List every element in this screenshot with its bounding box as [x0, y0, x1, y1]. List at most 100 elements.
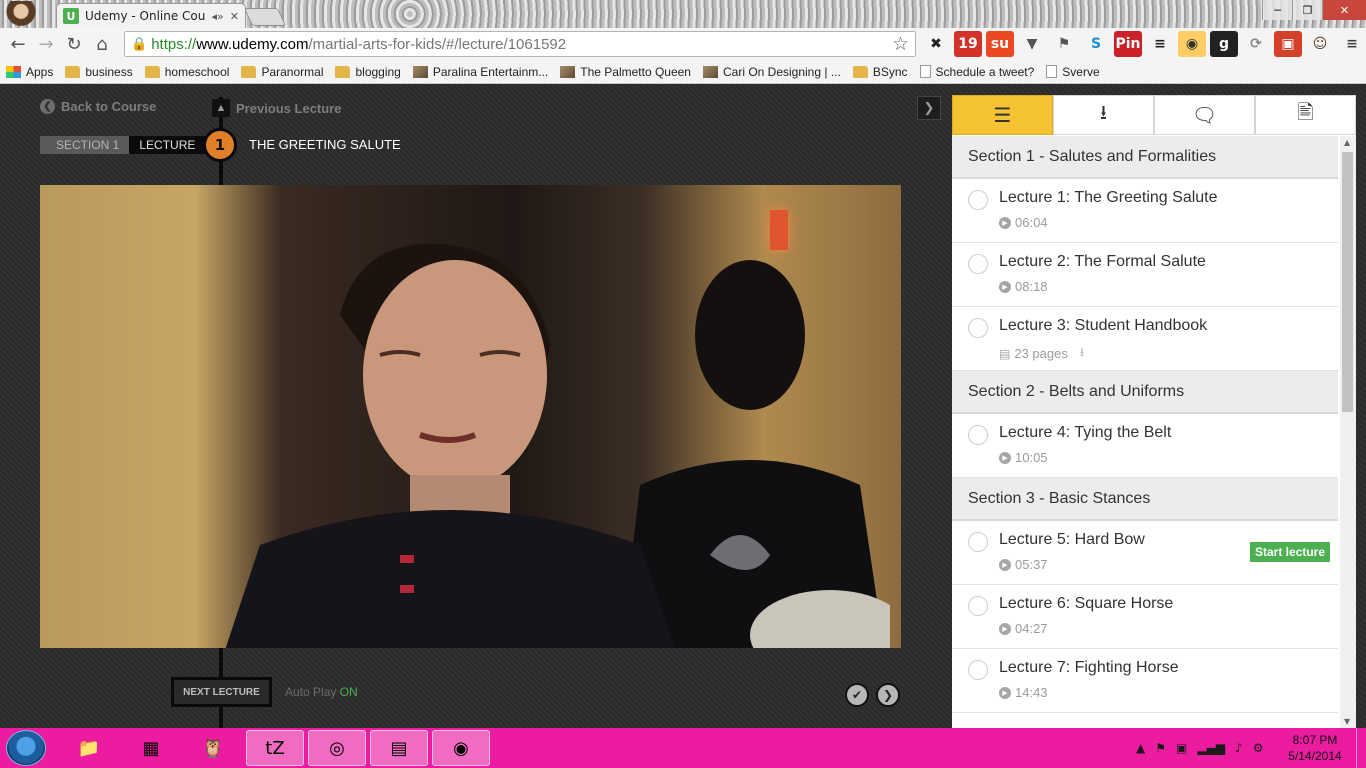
- completion-circle-icon[interactable]: [968, 254, 988, 274]
- hootsuite-icon[interactable]: ◉: [1178, 31, 1206, 57]
- minimize-button[interactable]: ─: [1262, 0, 1292, 20]
- download-icon[interactable]: ⭳: [1080, 343, 1084, 364]
- clock[interactable]: 8:07 PM 5/14/2014: [1282, 732, 1348, 764]
- maximize-button[interactable]: ❐: [1292, 0, 1322, 20]
- network-device-icon[interactable]: ▣: [1176, 741, 1187, 755]
- completion-circle-icon[interactable]: [968, 532, 988, 552]
- autoplay-toggle[interactable]: Auto Play ON: [285, 685, 358, 699]
- chrome-menu-icon[interactable]: ≡: [1338, 31, 1366, 57]
- bookmark-item[interactable]: homeschool: [144, 65, 229, 79]
- pocket-icon[interactable]: ▼: [1018, 31, 1046, 57]
- owl-app-icon[interactable]: 🦉: [184, 730, 242, 766]
- bookmark-item[interactable]: Schedule a tweet?: [919, 64, 1035, 79]
- previous-lecture-link[interactable]: ▲ Previous Lecture: [212, 99, 342, 117]
- section-header: Section 2 - Belts and Uniforms: [952, 371, 1338, 414]
- reload-button[interactable]: ↻: [60, 30, 88, 58]
- bookmark-item[interactable]: The Palmetto Queen: [560, 65, 691, 79]
- volume-icon[interactable]: ♪: [1235, 741, 1243, 755]
- buffer-icon[interactable]: ≡: [1146, 31, 1174, 57]
- bookmark-label: The Palmetto Queen: [580, 64, 691, 79]
- bookmark-star-icon[interactable]: ☆: [892, 33, 909, 56]
- discussion-tab[interactable]: 🗨: [1154, 95, 1255, 135]
- tz-app-icon[interactable]: tZ: [246, 730, 304, 766]
- section-crumb: SECTION 1: [40, 136, 130, 154]
- lecture-item[interactable]: Lecture 2: The Formal Salute ▶ 08:18: [952, 243, 1338, 307]
- start-button[interactable]: [6, 730, 46, 766]
- profile-avatar-icon[interactable]: [6, 1, 36, 27]
- x-extension-icon[interactable]: ✖: [922, 31, 950, 57]
- file-explorer-icon[interactable]: 📁: [60, 730, 118, 766]
- start-lecture-button[interactable]: Start lecture: [1249, 542, 1330, 562]
- course-sidebar: ☰ ⭳ 🗨 🖹 Section 1 - Salutes and Formalities…: [952, 95, 1356, 728]
- back-to-course-link[interactable]: ❮ Back to Course: [40, 99, 156, 114]
- forward-button[interactable]: →: [32, 30, 60, 58]
- scrollbar-thumb[interactable]: [1342, 152, 1353, 412]
- chrome-icon[interactable]: ◎: [308, 730, 366, 766]
- evernote-icon[interactable]: ⚑: [1050, 31, 1078, 57]
- avatar-extension-icon[interactable]: ☺: [1306, 31, 1334, 57]
- lecture-title: THE GREETING SALUTE: [249, 137, 401, 152]
- bookmark-item[interactable]: Cari On Designing | ...: [702, 65, 841, 79]
- completion-circle-icon[interactable]: [968, 425, 988, 445]
- browser-toolbar: ← → ↻ ⌂ 🔒 https:// www.udemy.com /martia…: [0, 28, 1366, 60]
- bookmark-item[interactable]: Apps: [6, 65, 53, 79]
- next-arrow-button[interactable]: ❯: [876, 683, 900, 707]
- mark-complete-button[interactable]: ✔: [845, 683, 869, 707]
- bookmark-item[interactable]: Sverve: [1046, 65, 1100, 79]
- scroll-down-icon[interactable]: ▼: [1344, 717, 1350, 726]
- bookmark-item[interactable]: BSync: [852, 65, 908, 79]
- sidebar-tabs: ☰ ⭳ 🗨 🖹: [952, 95, 1356, 135]
- skype-icon[interactable]: S: [1082, 31, 1110, 57]
- sticky-notes-icon[interactable]: ▤: [370, 730, 428, 766]
- completion-circle-icon[interactable]: [968, 318, 988, 338]
- bookmark-item[interactable]: Paranormal: [241, 65, 323, 79]
- metro-apps-icon[interactable]: ▦: [122, 730, 180, 766]
- address-bar[interactable]: 🔒 https:// www.udemy.com /martial-arts-f…: [124, 31, 916, 57]
- card-extension-icon[interactable]: ▣: [1274, 31, 1302, 57]
- notes-icon: 🖹: [1297, 100, 1314, 124]
- bookmark-item[interactable]: Paralina Entertainm...: [412, 65, 548, 79]
- lecture-item[interactable]: Lecture 3: Student Handbook ▤ 23 pages ⭳: [952, 307, 1338, 371]
- action-center-icon[interactable]: ⚑: [1155, 741, 1166, 755]
- bookmark-item[interactable]: business: [65, 65, 133, 79]
- lecture-item[interactable]: Lecture 6: Square Horse ▶ 04:27: [952, 585, 1338, 649]
- next-lecture-button[interactable]: NEXT LECTURE: [171, 677, 272, 707]
- browser-tab[interactable]: U Udemy - Online Courses ◂» ✕: [56, 3, 246, 28]
- refresh-extension-icon[interactable]: ⟳: [1242, 31, 1270, 57]
- lecture-item[interactable]: Lecture 4: Tying the Belt ▶ 10:05: [952, 414, 1338, 478]
- img-icon: [560, 65, 576, 78]
- bookmark-item[interactable]: blogging: [335, 65, 401, 79]
- lecture-meta: ▶ 08:18: [999, 279, 1048, 294]
- lecture-item[interactable]: Lecture 7: Fighting Horse ▶ 14:43: [952, 649, 1338, 713]
- signal-icon[interactable]: ▂▄▆: [1197, 741, 1225, 755]
- bookmark-label: Schedule a tweet?: [935, 64, 1035, 79]
- chevron-left-icon: ❮: [40, 99, 55, 114]
- back-button[interactable]: ←: [4, 30, 32, 58]
- completion-circle-icon[interactable]: [968, 596, 988, 616]
- sync-icon[interactable]: ⚙: [1253, 741, 1264, 755]
- new-tab-button[interactable]: [243, 8, 287, 26]
- folder-icon: [144, 65, 160, 78]
- pinterest-icon[interactable]: Pin: [1114, 31, 1142, 57]
- notes-tab[interactable]: 🖹: [1255, 95, 1356, 135]
- video-player[interactable]: [40, 185, 901, 648]
- collapse-sidebar-button[interactable]: ❯: [917, 96, 941, 120]
- goodreads-icon[interactable]: g: [1210, 31, 1238, 57]
- stumbleupon-icon[interactable]: su: [986, 31, 1014, 57]
- show-desktop-button[interactable]: [1356, 728, 1366, 768]
- photo-app-icon[interactable]: ◉: [432, 730, 490, 766]
- home-button[interactable]: ⌂: [88, 30, 116, 58]
- completion-circle-icon[interactable]: [968, 190, 988, 210]
- downloads-tab[interactable]: ⭳: [1053, 95, 1154, 135]
- page-icon: [919, 65, 931, 78]
- completion-circle-icon[interactable]: [968, 660, 988, 680]
- close-window-button[interactable]: ✕: [1322, 0, 1366, 20]
- lecture-item[interactable]: Lecture 1: The Greeting Salute ▶ 06:04: [952, 179, 1338, 243]
- todoist-icon[interactable]: 19: [954, 31, 982, 57]
- sidebar-scrollbar[interactable]: ▲ ▼: [1340, 136, 1356, 728]
- lecture-item[interactable]: Lecture 5: Hard Bow ▶ 05:37 Start lecture: [952, 521, 1338, 585]
- tab-close-icon[interactable]: ✕: [230, 10, 239, 23]
- scroll-up-icon[interactable]: ▲: [1344, 138, 1350, 147]
- curriculum-tab[interactable]: ☰: [952, 95, 1053, 135]
- show-hidden-icons-icon[interactable]: ▲: [1136, 741, 1145, 755]
